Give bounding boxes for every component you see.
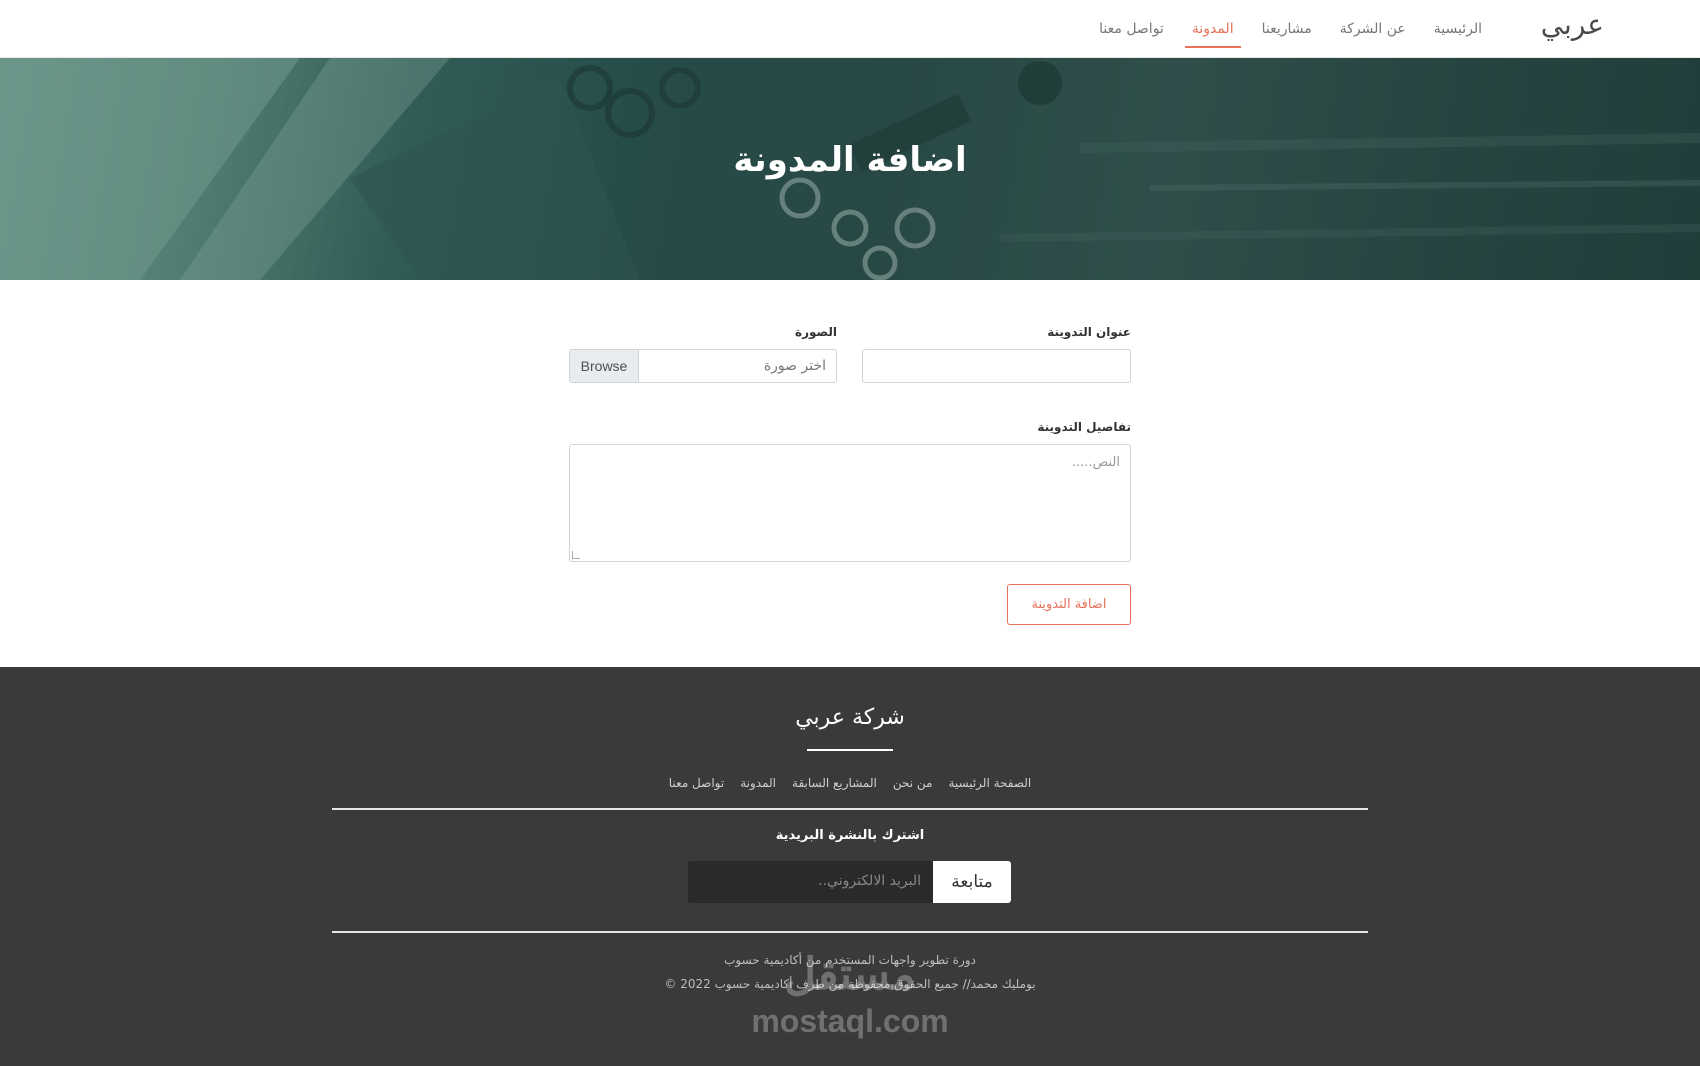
footer: شركة عربي الصفحة الرئيسية من نحن المشاري… xyxy=(0,667,1700,1066)
newsletter-title: اشترك بالنشرة البريدية xyxy=(775,828,925,843)
image-label: الصورة xyxy=(795,325,837,339)
nav-link-contact[interactable]: تواصل معنا xyxy=(1099,0,1164,58)
nav-links: الرئيسية عن الشركة مشاريعنا المدونة تواص… xyxy=(1071,0,1482,58)
page-title: اضافة المدونة xyxy=(733,140,967,180)
footer-divider-top xyxy=(332,808,1368,810)
nav-link-about[interactable]: عن الشركة xyxy=(1340,0,1406,58)
footer-link-contact[interactable]: تواصل معنا xyxy=(669,776,724,790)
brand-logo[interactable]: عربي xyxy=(1541,8,1604,41)
post-details-label: تفاصيل التدوينة xyxy=(1037,420,1131,434)
post-title-label: عنوان التدوينة xyxy=(1047,325,1131,339)
nav-link-home[interactable]: الرئيسية xyxy=(1434,0,1482,58)
newsletter-form: متابعة البريد الالكتروني.. xyxy=(688,861,1011,903)
image-file-placeholder: اختر صورة xyxy=(763,358,826,374)
footer-link-home[interactable]: الصفحة الرئيسية xyxy=(948,776,1031,790)
navbar: عربي الرئيسية عن الشركة مشاريعنا المدونة… xyxy=(0,0,1700,58)
browse-button[interactable]: Browse xyxy=(570,350,639,382)
resize-handle-icon[interactable] xyxy=(572,551,580,559)
footer-links: الصفحة الرئيسية من نحن المشاريع السابقة … xyxy=(0,776,1700,790)
post-details-textarea[interactable]: النص..... xyxy=(569,444,1131,562)
footer-title-underline xyxy=(807,749,893,751)
newsletter-email-input[interactable]: البريد الالكتروني.. xyxy=(688,861,933,903)
add-post-button[interactable]: اضافة التدوينة xyxy=(1007,584,1131,625)
add-post-form: عنوان التدوينة الصورة اختر صورة Browse ت… xyxy=(0,280,1700,667)
watermark-logo-latin: mostaql.com xyxy=(751,1003,949,1039)
subscribe-button[interactable]: متابعة xyxy=(933,861,1011,903)
footer-company-name: شركة عربي xyxy=(795,705,905,730)
footer-divider-bottom xyxy=(332,931,1368,933)
footer-link-about[interactable]: من نحن xyxy=(893,776,933,790)
nav-link-blog[interactable]: المدونة xyxy=(1184,0,1241,58)
footer-link-projects[interactable]: المشاريع السابقة xyxy=(792,776,877,790)
watermark-logo-arabic: مستقل xyxy=(784,950,916,999)
post-title-input[interactable] xyxy=(862,349,1131,383)
post-details-placeholder: النص..... xyxy=(1071,455,1120,470)
hero-banner: اضافة المدونة xyxy=(0,58,1700,280)
image-file-input[interactable]: اختر صورة Browse xyxy=(569,349,837,383)
footer-link-blog[interactable]: المدونة xyxy=(740,776,776,790)
nav-link-projects[interactable]: مشاريعنا xyxy=(1262,0,1312,58)
